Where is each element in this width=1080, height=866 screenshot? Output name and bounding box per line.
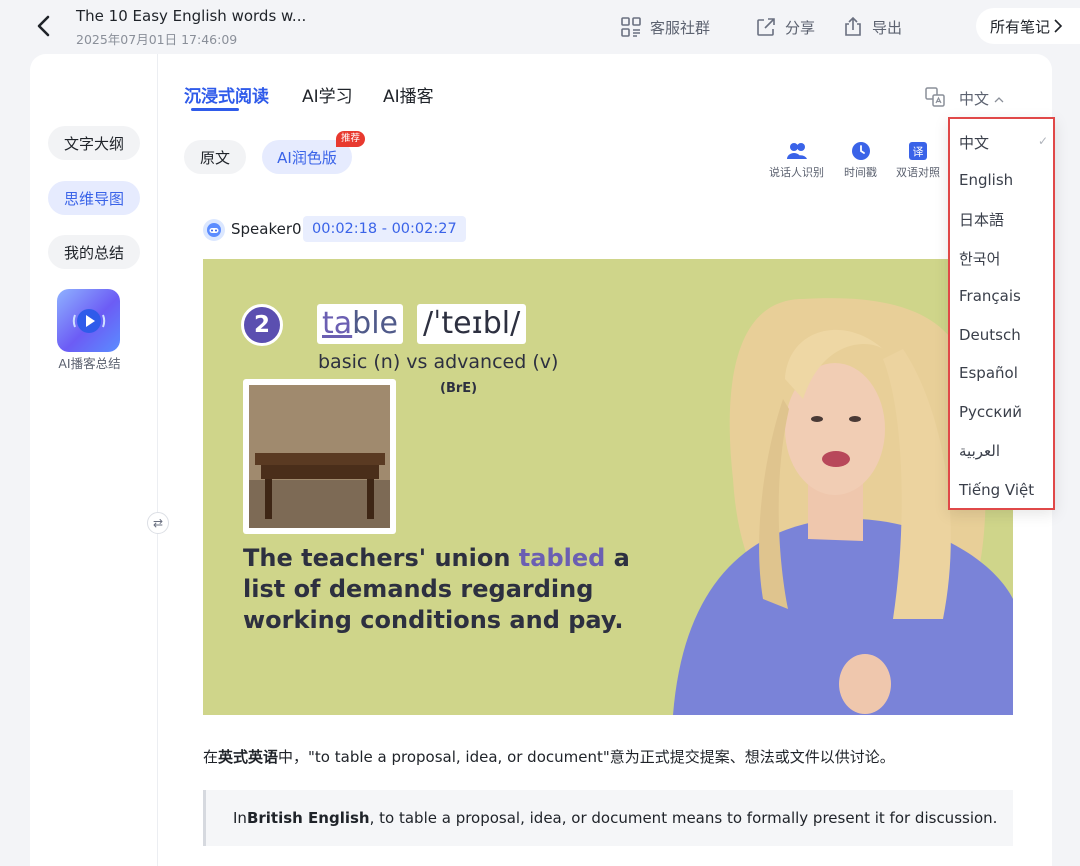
nav-my-summary[interactable]: 我的总结: [48, 235, 140, 269]
language-option-zh[interactable]: 中文: [959, 132, 989, 153]
share-icon: [757, 18, 775, 36]
sentence-highlight: tabled: [518, 544, 606, 572]
quote-bold: British English: [246, 809, 370, 827]
speaker-avatar: [203, 219, 225, 241]
collapse-toggle-button[interactable]: ⇄: [147, 512, 169, 534]
chevron-right-icon: [1054, 19, 1063, 33]
language-current-label: 中文: [959, 90, 990, 108]
swap-icon: ⇄: [152, 516, 164, 530]
export-label: 导出: [872, 18, 903, 37]
translate-badge-icon: 译: [909, 142, 927, 160]
bre-label: (BrE): [440, 381, 478, 396]
basic-vs-advanced: basic (n) vs advanced (v): [318, 351, 559, 373]
language-option-vi[interactable]: Tiếng Việt: [959, 481, 1034, 499]
customer-service-label: 客服社群: [650, 18, 711, 37]
document-title: The 10 Easy English words w...: [76, 7, 307, 25]
chinese-paragraph: 在英式英语中，"to table a proposal, idea, or do…: [203, 746, 895, 767]
timestamp-label: 时间戳: [844, 166, 877, 179]
svg-text:译: 译: [913, 146, 924, 159]
table-photo: [243, 379, 396, 534]
nav-mindmap[interactable]: 思维导图: [48, 181, 140, 215]
tab-ai-podcast[interactable]: AI播客: [383, 82, 434, 107]
timestamp-range[interactable]: 00:02:18 - 00:02:27: [303, 216, 466, 242]
language-select[interactable]: 中文: [959, 88, 1004, 109]
desk-illustration: [249, 385, 390, 528]
word-suffix: ble: [352, 306, 398, 341]
tab-immersive-reading[interactable]: 沉浸式阅读: [184, 82, 269, 107]
apps-grid-icon: [621, 17, 641, 37]
robot-icon: [207, 223, 221, 237]
speaker-identify-button[interactable]: 说话人识别: [769, 141, 824, 180]
top-bar: The 10 Easy English words w... 2025年07月0…: [0, 0, 1080, 56]
active-tab-underline: [191, 108, 239, 111]
english-quote: In British English, to table a proposal,…: [203, 790, 1013, 846]
language-option-ru[interactable]: Русский: [959, 403, 1022, 421]
sentence-before: The teachers' union: [243, 544, 519, 572]
example-sentence: The teachers' union tabled a list of dem…: [243, 543, 663, 636]
all-notes-label: 所有笔记: [990, 17, 1051, 36]
play-icon: [72, 308, 105, 333]
table-photo-image: [249, 385, 390, 528]
ai-podcast-summary-label: AI播客总结: [58, 356, 121, 371]
para-prefix: 在: [203, 748, 219, 766]
speaker-name: Speaker0: [231, 220, 302, 238]
export-icon: [845, 16, 861, 36]
language-option-en[interactable]: English: [959, 171, 1013, 189]
share-label: 分享: [785, 18, 816, 37]
recommend-badge: 推荐: [336, 131, 366, 147]
para-suffix: 中，"to table a proposal, idea, or documen…: [278, 748, 895, 766]
chevron-up-icon: [994, 97, 1004, 103]
users-icon: [786, 143, 807, 159]
para-bold: 英式英语: [218, 748, 279, 766]
word-card: table: [317, 304, 403, 344]
quote-suffix: , to table a proposal, idea, or document…: [369, 809, 998, 827]
language-option-ar[interactable]: العربية: [959, 442, 1000, 460]
export-button[interactable]: 导出: [842, 14, 902, 40]
clock-icon: [851, 142, 870, 160]
document-datetime: 2025年07月01日 17:46:09: [76, 32, 238, 47]
bilingual-button[interactable]: 译 双语对照: [896, 141, 940, 180]
language-option-ja[interactable]: 日本語: [959, 209, 1004, 230]
main-card: 文字大纲 思维导图 我的总结 AI播客总结 ⇄ 沉浸式阅读 AI学习 AI播客 …: [30, 54, 1052, 866]
language-option-fr[interactable]: Français: [959, 287, 1021, 305]
tab-ai-learning[interactable]: AI学习: [302, 82, 353, 107]
share-button[interactable]: 分享: [755, 14, 815, 40]
original-text-button[interactable]: 原文: [184, 140, 246, 174]
back-button[interactable]: [32, 12, 56, 40]
quote-prefix: In: [233, 809, 247, 827]
word-prefix: ta: [322, 306, 353, 341]
step-number: 2: [241, 304, 283, 346]
check-icon: ✓: [1038, 134, 1049, 148]
timestamp-button[interactable]: 时间戳: [844, 141, 877, 180]
nav-outline[interactable]: 文字大纲: [48, 126, 140, 160]
video-frame-image: 2 table /ˈteɪbl/ basic (n) vs advanced (…: [203, 259, 1013, 715]
language-option-ko[interactable]: 한국어: [959, 248, 1000, 269]
customer-service-button[interactable]: 客服社群: [620, 14, 710, 40]
ai-podcast-summary-button[interactable]: [57, 289, 120, 352]
translate-icon[interactable]: [924, 86, 946, 108]
all-notes-button[interactable]: 所有笔记: [976, 8, 1080, 44]
language-option-es[interactable]: Español: [959, 364, 1018, 382]
bilingual-label: 双语对照: [896, 166, 940, 179]
chevron-left-icon: [37, 15, 50, 37]
speaker-identify-label: 说话人识别: [769, 166, 824, 179]
left-panel: 文字大纲 思维导图 我的总结 AI播客总结 ⇄: [30, 54, 169, 866]
language-option-de[interactable]: Deutsch: [959, 326, 1021, 344]
language-dropdown-menu: 中文 ✓ English 日本語 한국어 Français Deutsch Es…: [948, 117, 1055, 510]
ipa-card: /ˈteɪbl/: [417, 304, 527, 344]
